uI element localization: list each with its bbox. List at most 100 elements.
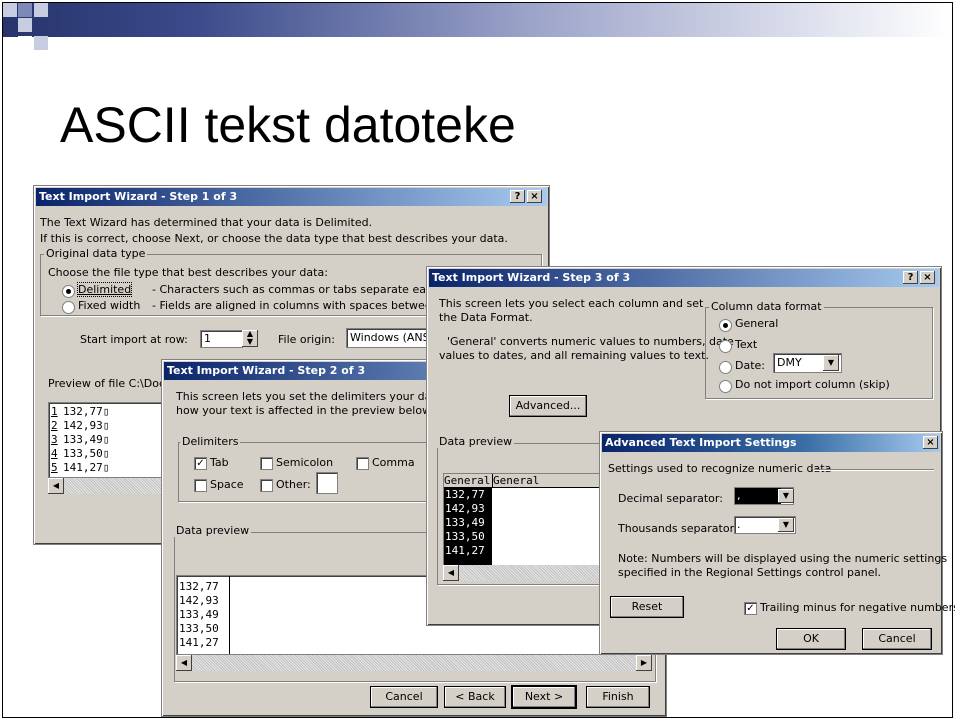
preview-row: 5 141,27▯ xyxy=(51,461,110,474)
chevron-down-icon[interactable]: ▼ xyxy=(778,489,794,503)
close-button[interactable]: × xyxy=(923,436,938,449)
semicolon-checkbox[interactable] xyxy=(260,457,273,470)
comma-label[interactable]: Comma xyxy=(372,456,415,469)
preview-row: 142,93 xyxy=(179,594,219,607)
choose-file-type-text: Choose the file type that best describes… xyxy=(48,266,328,279)
back-button[interactable]: < Back xyxy=(444,686,506,708)
advanced-title-bar: Advanced Text Import Settings xyxy=(602,434,940,452)
step3-intro-line2: the Data Format. xyxy=(439,311,533,324)
preview-row: 4 133,50▯ xyxy=(51,447,110,460)
step2-title: Text Import Wizard - Step 2 of 3 xyxy=(167,364,366,377)
preview-row: 133,50 xyxy=(445,530,485,543)
chevron-down-icon[interactable]: ▼ xyxy=(778,518,794,532)
preview-row: 132,77 xyxy=(179,580,219,593)
step3-intro-line3: 'General' converts numeric values to num… xyxy=(447,335,734,348)
decimal-separator-label: Decimal separator: xyxy=(618,492,723,505)
column-format-label: Column data format xyxy=(709,300,824,313)
finish-button[interactable]: Finish xyxy=(586,686,650,708)
step3-title: Text Import Wizard - Step 3 of 3 xyxy=(432,271,631,284)
note-line2: specified in the Regional Settings contr… xyxy=(618,566,882,579)
advanced-button[interactable]: Advanced... xyxy=(509,395,587,417)
ok-button[interactable]: OK xyxy=(776,628,846,650)
delimited-label[interactable]: Delimited xyxy=(76,282,133,297)
comma-checkbox[interactable] xyxy=(356,457,369,470)
delimited-description: - Characters such as commas or tabs sepa… xyxy=(152,283,467,296)
slide-title: ASCII tekst datoteke xyxy=(60,97,516,153)
start-row-input[interactable]: 1 xyxy=(200,330,243,348)
skip-radio[interactable] xyxy=(719,380,732,393)
close-button[interactable]: × xyxy=(920,271,935,284)
space-checkbox[interactable] xyxy=(194,479,207,492)
note-line1: Note: Numbers will be displayed using th… xyxy=(618,552,948,565)
scroll-right-arrow[interactable]: ▶ xyxy=(636,655,652,671)
preview-row: 133,49 xyxy=(445,516,485,529)
column-header[interactable]: General xyxy=(493,474,604,488)
space-label[interactable]: Space xyxy=(210,478,244,491)
fixed-width-description: - Fields are aligned in columns with spa… xyxy=(152,299,469,312)
scroll-left-arrow[interactable]: ◀ xyxy=(48,478,64,494)
preview-row: 142,93 xyxy=(445,502,485,515)
advanced-title: Advanced Text Import Settings xyxy=(605,436,797,449)
step2-horizontal-scrollbar[interactable]: ◀ ▶ xyxy=(176,655,652,671)
original-data-type-label: Original data type xyxy=(44,247,148,260)
scroll-left-arrow[interactable]: ◀ xyxy=(443,565,459,581)
tab-label[interactable]: Tab xyxy=(210,456,229,469)
step3-title-bar: Text Import Wizard - Step 3 of 3 xyxy=(429,269,939,287)
help-button[interactable]: ? xyxy=(510,190,525,203)
general-radio[interactable] xyxy=(719,319,732,332)
fixed-width-label[interactable]: Fixed width xyxy=(78,299,140,312)
step1-intro-line1: The Text Wizard has determined that your… xyxy=(40,216,373,229)
delimiters-group xyxy=(178,442,440,502)
step2-intro-line1: This screen lets you set the delimiters … xyxy=(176,390,459,403)
step3-preview: General General 132,77 142,93 133,49 133… xyxy=(443,473,605,567)
trailing-minus-checkbox[interactable]: ✓ xyxy=(744,602,757,615)
advanced-settings-dialog: Advanced Text Import Settings × Settings… xyxy=(599,431,955,655)
other-checkbox[interactable] xyxy=(260,479,273,492)
step3-preview-label: Data preview xyxy=(437,435,515,448)
close-button[interactable]: × xyxy=(527,190,542,203)
column-header[interactable]: General xyxy=(444,474,493,488)
step3-intro-line4: values to dates, and all remaining value… xyxy=(439,349,709,362)
settings-label: Settings used to recognize numeric data xyxy=(608,462,832,475)
other-label[interactable]: Other: xyxy=(276,478,311,491)
step3-intro-line1: This screen lets you select each column … xyxy=(439,297,704,310)
scroll-left-arrow[interactable]: ◀ xyxy=(176,655,192,671)
cancel-button[interactable]: Cancel xyxy=(370,686,438,708)
date-label[interactable]: Date: xyxy=(735,359,765,372)
preview-row: 141,27 xyxy=(445,544,485,557)
text-radio[interactable] xyxy=(719,340,732,353)
start-row-label: Start import at row: xyxy=(80,333,188,346)
trailing-minus-label[interactable]: Trailing minus for negative numbers xyxy=(760,601,955,614)
step3-horizontal-scrollbar[interactable]: ◀ xyxy=(443,565,603,581)
date-radio[interactable] xyxy=(719,361,732,374)
preview-row: 132,77 xyxy=(445,488,485,501)
text-label[interactable]: Text xyxy=(735,338,757,351)
preview-file-label: Preview of file C:\Docu xyxy=(48,377,172,390)
step1-title: Text Import Wizard - Step 1 of 3 xyxy=(39,190,238,203)
cancel-button[interactable]: Cancel xyxy=(862,628,932,650)
general-label[interactable]: General xyxy=(735,317,778,330)
skip-label[interactable]: Do not import column (skip) xyxy=(735,378,890,391)
delimited-radio[interactable] xyxy=(62,285,75,298)
thousands-separator-label: Thousands separator: xyxy=(618,522,738,535)
delimiters-label: Delimiters xyxy=(180,435,241,448)
preview-row: 133,49 xyxy=(179,608,219,621)
reset-button[interactable]: Reset xyxy=(610,596,684,618)
tab-checkbox[interactable]: ✓ xyxy=(194,457,207,470)
next-button[interactable]: Next > xyxy=(511,685,577,709)
preview-row: 133,50 xyxy=(179,622,219,635)
help-button[interactable]: ? xyxy=(903,271,918,284)
preview-row: 2 142,93▯ xyxy=(51,419,110,432)
settings-divider xyxy=(814,469,934,471)
step1-title-bar: Text Import Wizard - Step 1 of 3 xyxy=(36,188,547,206)
other-input[interactable] xyxy=(316,472,338,494)
file-origin-label: File origin: xyxy=(278,333,335,346)
step1-intro-line2: If this is correct, choose Next, or choo… xyxy=(40,232,508,245)
preview-row: 1 132,77▯ xyxy=(51,405,110,418)
start-row-spinner[interactable]: ▲ ▼ xyxy=(242,330,258,347)
preview-row: 3 133,49▯ xyxy=(51,433,110,446)
step2-intro-line2: how your text is affected in the preview… xyxy=(176,404,434,417)
chevron-down-icon[interactable]: ▼ xyxy=(823,355,839,371)
semicolon-label[interactable]: Semicolon xyxy=(276,456,333,469)
fixed-width-radio[interactable] xyxy=(62,301,75,314)
